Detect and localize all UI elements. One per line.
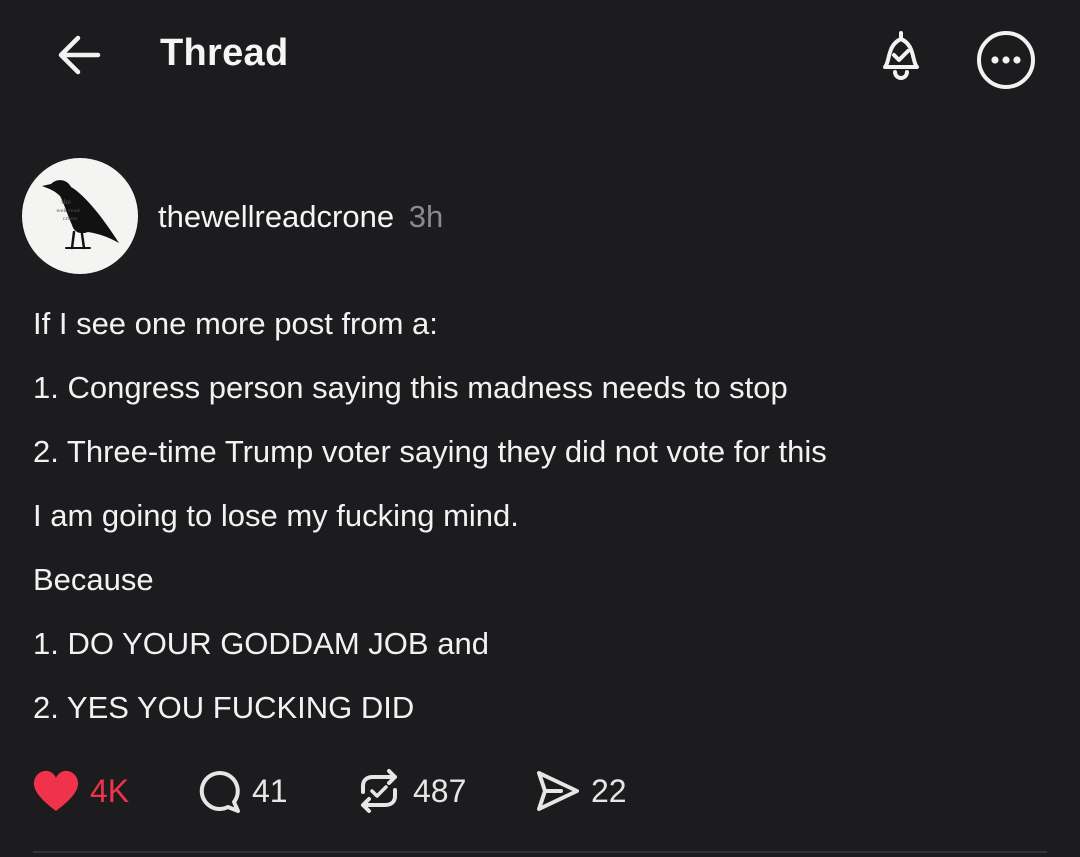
- post-text-line: 1. Congress person saying this madness n…: [33, 370, 788, 405]
- top-bar: Thread: [0, 0, 1080, 112]
- reply-count: 41: [252, 772, 288, 809]
- notifications-button[interactable]: [868, 24, 934, 90]
- share-button[interactable]: 22: [535, 762, 627, 820]
- share-count: 22: [591, 772, 627, 809]
- post-text-line: 2. YES YOU FUCKING DID: [33, 690, 415, 725]
- repost-button[interactable]: 487: [355, 762, 466, 820]
- back-button[interactable]: [52, 30, 108, 80]
- post-text-line: Because: [33, 562, 154, 597]
- post-body: If I see one more post from a: 1. Congre…: [33, 300, 1043, 748]
- more-options-button[interactable]: [973, 27, 1039, 93]
- repost-count: 487: [413, 772, 467, 809]
- svg-text:crone: crone: [63, 216, 77, 222]
- arrow-left-icon: [58, 35, 101, 75]
- post-time: 3h: [408, 199, 444, 234]
- author-name[interactable]: thewellreadcrone: [158, 199, 394, 234]
- post-header: thewellreadcrone 3h: [158, 198, 443, 236]
- svg-text:the: the: [61, 199, 71, 206]
- like-button[interactable]: 4K: [32, 762, 129, 820]
- avatar[interactable]: the well read crone: [22, 158, 138, 274]
- post-text-line: 2. Three-time Trump voter saying they di…: [33, 434, 827, 469]
- post-actions: 4K 41 487 22: [0, 762, 1080, 820]
- post-text-line: 1. DO YOUR GODDAM JOB and: [33, 626, 489, 661]
- svg-text:well read: well read: [56, 208, 80, 214]
- send-icon: [537, 771, 579, 811]
- crow-logo-icon: the well read crone: [42, 180, 119, 250]
- post-text-line: If I see one more post from a:: [33, 306, 438, 341]
- post-text-line: I am going to lose my fucking mind.: [33, 498, 519, 533]
- reply-button[interactable]: 41: [196, 762, 288, 820]
- like-count: 4K: [90, 772, 130, 809]
- divider: [33, 851, 1047, 853]
- repost-icon: [361, 769, 397, 813]
- heart-filled-icon: [33, 770, 79, 811]
- more-horizontal-icon: [977, 31, 1035, 89]
- bell-check-icon: [883, 31, 919, 80]
- comment-icon: [199, 771, 240, 813]
- page-title: Thread: [160, 32, 289, 74]
